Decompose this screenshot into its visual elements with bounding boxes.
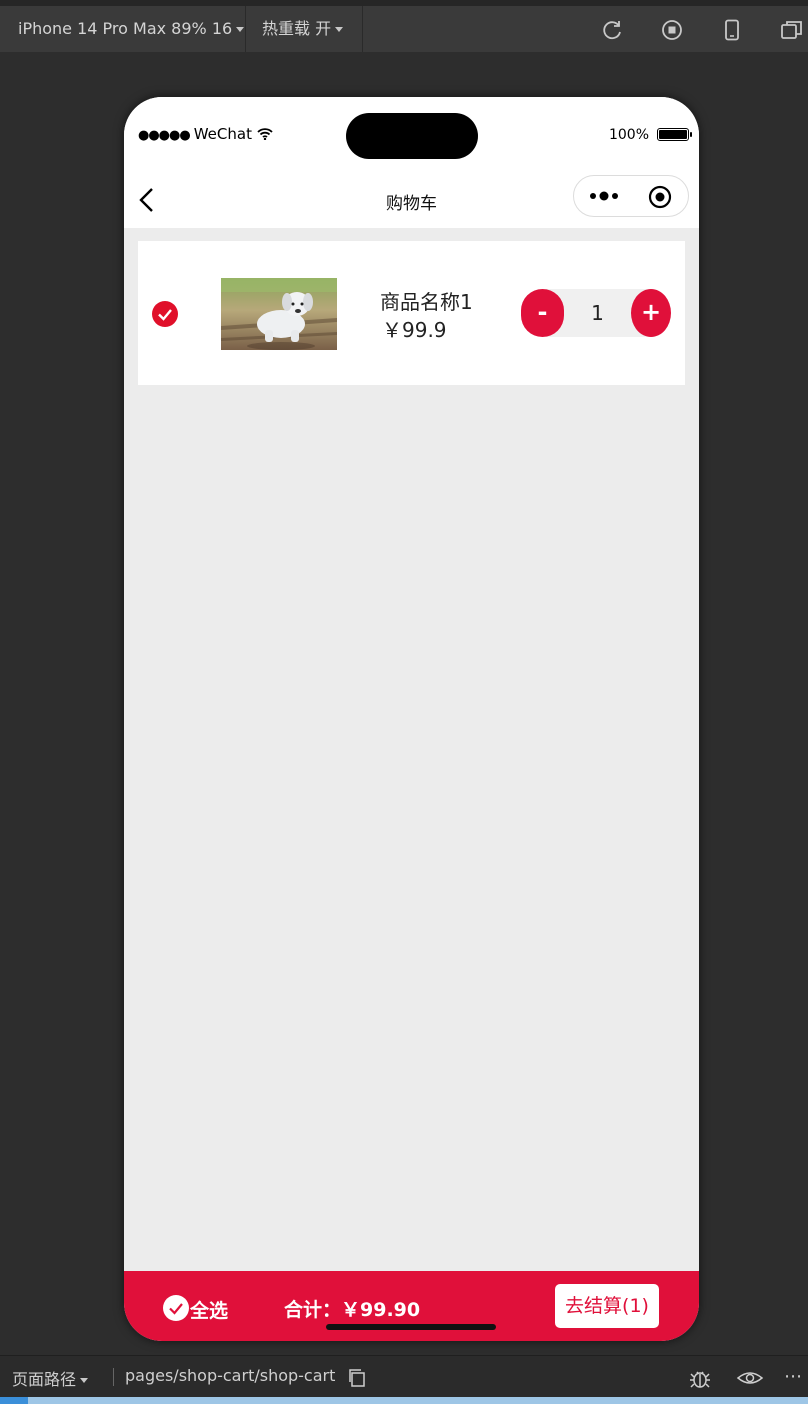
chevron-down-icon — [335, 27, 344, 32]
stop-icon[interactable] — [660, 18, 684, 42]
eye-icon[interactable] — [736, 1368, 764, 1388]
hot-reload-selector[interactable]: 热重载 开 — [262, 6, 344, 52]
product-price: ￥99.9 — [382, 318, 447, 342]
product-name: 商品名称1 — [380, 290, 473, 314]
toolbar-divider — [362, 6, 363, 52]
product-image[interactable] — [221, 278, 337, 350]
battery-icon — [657, 128, 692, 141]
navigation-bar: 购物车 — [124, 172, 699, 228]
home-indicator — [326, 1324, 496, 1330]
page-path-value: pages/shop-cart/shop-cart — [125, 1366, 336, 1385]
wifi-icon — [257, 128, 273, 141]
carrier: ●●●●● WeChat — [138, 125, 273, 143]
decrease-button[interactable]: - — [521, 289, 564, 337]
total-amount: 合计：￥99.90 — [284, 1299, 421, 1321]
copy-icon[interactable] — [347, 1368, 367, 1388]
menu-capsule — [573, 175, 689, 217]
battery-percent: 100% — [608, 127, 649, 143]
chevron-down-icon — [80, 1378, 89, 1383]
devtools-toolbar: iPhone 14 Pro Max 89% 16 热重载 开 — [0, 0, 808, 52]
window-icon[interactable] — [780, 18, 804, 42]
page-path-selector[interactable]: 页面路径 — [12, 1366, 89, 1390]
status-bar: ●●●●● WeChat 100% — [124, 97, 699, 172]
phone-simulator: ●●●●● WeChat 100% 购物车 商品名称1 ￥99.9 - 1 + … — [124, 97, 699, 1341]
close-target-icon[interactable] — [648, 185, 672, 209]
phone-preview-icon[interactable] — [720, 18, 744, 42]
more-dots-icon[interactable] — [588, 185, 624, 207]
signal-dots-icon: ●●●●● — [138, 128, 191, 143]
device-selector[interactable]: iPhone 14 Pro Max 89% 16 — [18, 6, 245, 52]
chevron-down-icon — [236, 27, 245, 32]
select-all-checkbox[interactable] — [163, 1295, 189, 1321]
select-all-label[interactable]: 全选 — [190, 1296, 228, 1323]
bug-icon[interactable] — [688, 1366, 712, 1390]
puppy-photo — [221, 278, 337, 350]
toolbar-divider — [245, 6, 246, 52]
progress-strip — [0, 1397, 808, 1404]
device-label: iPhone 14 Pro Max 89% 16 — [18, 19, 233, 38]
checkout-bar: 全选 合计：￥99.90 去结算(1) — [124, 1271, 699, 1341]
checkmark-icon — [158, 309, 172, 321]
more-icon[interactable]: ⋯ — [784, 1366, 808, 1387]
increase-button[interactable]: + — [631, 289, 671, 337]
quantity-value[interactable]: 1 — [564, 289, 631, 337]
item-checkbox[interactable] — [152, 301, 178, 327]
quantity-stepper: - 1 + — [521, 289, 671, 337]
carrier-label: WeChat — [193, 125, 252, 143]
cart-item: 商品名称1 ￥99.9 - 1 + — [138, 241, 685, 385]
hot-reload-label: 热重载 开 — [262, 19, 332, 38]
checkmark-icon — [169, 1303, 183, 1315]
footer-divider — [113, 1368, 114, 1386]
devtools-footer: 页面路径 pages/shop-cart/shop-cart ⋯ — [0, 1355, 808, 1397]
refresh-icon[interactable] — [600, 18, 624, 42]
dynamic-island — [346, 113, 478, 159]
page-path-label: 页面路径 — [12, 1370, 77, 1389]
checkout-button[interactable]: 去结算(1) — [555, 1284, 659, 1328]
